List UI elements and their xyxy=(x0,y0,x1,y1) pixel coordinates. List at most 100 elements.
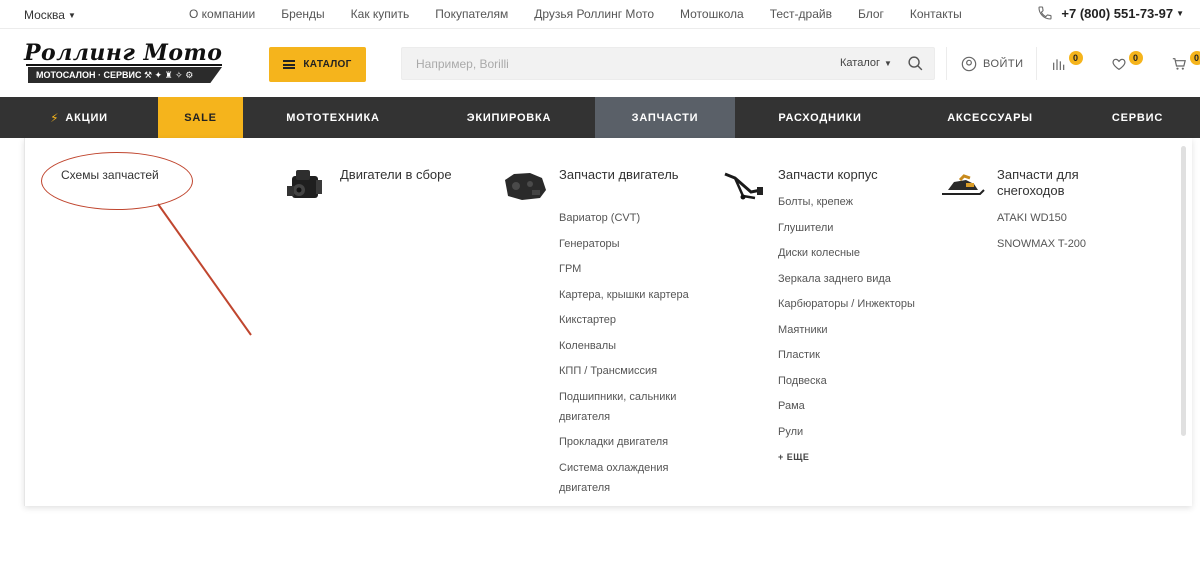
list-item[interactable]: Подвеска xyxy=(778,371,928,391)
list-item[interactable]: Подшипники, сальники двигателя xyxy=(559,387,709,427)
top-link-friends[interactable]: Друзья Роллинг Мото xyxy=(534,7,654,21)
phone-icon xyxy=(1038,6,1052,20)
list-item[interactable]: Зеркала заднего вида xyxy=(778,269,928,289)
list-item[interactable]: Глушители xyxy=(778,218,928,238)
search-input[interactable]: Например, Borilli xyxy=(416,57,509,71)
top-link-school[interactable]: Мотошкола xyxy=(680,7,744,21)
top-link-how-to-buy[interactable]: Как купить xyxy=(351,7,410,21)
nav-item-parts[interactable]: ЗАПЧАСТИ xyxy=(595,97,735,138)
user-icon xyxy=(961,56,977,71)
nav-label: ЭКИПИРОВКА xyxy=(466,111,552,124)
engine-parts-list: Вариатор (CVT) Генераторы ГРМ Картера, к… xyxy=(559,208,709,503)
engine-assembly-image[interactable] xyxy=(283,166,329,206)
top-bar: Москва ▼ О компании Бренды Как купить Пок… xyxy=(0,0,1200,29)
login-button[interactable]: ВОЙТИ xyxy=(947,56,1036,72)
annotation-arrow xyxy=(157,203,252,336)
list-item[interactable]: Система охлаждения двигателя xyxy=(559,458,709,498)
list-item[interactable]: Карбюраторы / Инжекторы xyxy=(778,294,928,314)
list-item[interactable]: КПП / Трансмиссия xyxy=(559,361,709,381)
chevron-down-icon: ▼ xyxy=(884,59,892,68)
snowmobile-parts-list: ATAKI WD150 SNOWMAX T-200 xyxy=(997,208,1147,259)
catalog-button-label: КАТАЛОГ xyxy=(303,59,352,70)
search-bar: Например, Borilli Каталог ▼ xyxy=(401,47,935,80)
nav-item-accessories[interactable]: АКСЕССУАРЫ xyxy=(905,97,1075,138)
engine-parts-image[interactable] xyxy=(502,166,548,206)
menu-column-title[interactable]: Запчасти для снегоходов xyxy=(997,167,1127,199)
top-link-brands[interactable]: Бренды xyxy=(281,7,324,21)
top-link-customers[interactable]: Покупателям xyxy=(435,7,508,21)
menu-column-title[interactable]: Запчасти корпус xyxy=(778,167,908,183)
nav-label: СЕРВИС xyxy=(1111,111,1164,124)
login-label: ВОЙТИ xyxy=(983,57,1024,70)
nav-label: РАСХОДНИКИ xyxy=(778,111,862,124)
logo-tagline-bar: МОТОСАЛОН · СЕРВИС ⚒ ✦ ♜ ✧ ⚙ xyxy=(28,67,222,83)
compare-count-badge: 0 xyxy=(1068,50,1083,65)
logo[interactable]: Роллинг Мото МОТОСАЛОН · СЕРВИС ⚒ ✦ ♜ ✧ … xyxy=(24,42,224,86)
nav-item-motorcycles[interactable]: МОТОТЕХНИКА xyxy=(243,97,423,138)
nav-item-promotions[interactable]: ⚡ АКЦИИ xyxy=(0,97,158,138)
cart-button[interactable]: 0 xyxy=(1171,50,1200,72)
list-item[interactable]: Картера, крышки картера xyxy=(559,285,709,305)
cart-count-badge: 0 xyxy=(1189,50,1200,65)
chevron-down-icon: ▼ xyxy=(1176,8,1184,18)
city-selector[interactable]: Москва ▼ xyxy=(24,8,76,22)
show-more-link[interactable]: + ЕЩЕ xyxy=(778,447,928,467)
logo-name: Роллинг Мото xyxy=(24,40,223,66)
nav-label: АКСЕССУАРЫ xyxy=(947,111,1033,124)
top-link-blog[interactable]: Блог xyxy=(858,7,884,21)
logo-service-icons: ⚒ ✦ ♜ ✧ ⚙ xyxy=(143,70,194,80)
logo-underline xyxy=(26,64,222,66)
list-item[interactable]: Маятники xyxy=(778,320,928,340)
divider xyxy=(1035,47,1037,80)
nav-label: SALE xyxy=(184,111,217,124)
logo-tagline: МОТОСАЛОН · СЕРВИС xyxy=(36,70,142,80)
list-item[interactable]: ГРМ xyxy=(559,259,709,279)
nav-item-consumables[interactable]: РАСХОДНИКИ xyxy=(735,97,905,138)
menu-icon xyxy=(283,60,296,69)
list-item[interactable]: Коленвалы xyxy=(559,336,709,356)
nav-label: АКЦИИ xyxy=(65,111,108,124)
nav-label: МОТОТЕХНИКА xyxy=(286,111,380,124)
list-item[interactable]: Рама xyxy=(778,396,928,416)
top-link-contacts[interactable]: Контакты xyxy=(910,7,962,21)
snowmobile-image[interactable] xyxy=(940,166,986,206)
list-item[interactable]: Прокладки двигателя xyxy=(559,432,709,452)
nav-item-sale[interactable]: SALE xyxy=(158,97,243,138)
list-item[interactable]: Вариатор (CVT) xyxy=(559,208,709,228)
list-item[interactable]: Генераторы xyxy=(559,234,709,254)
menu-column-title[interactable]: Двигатели в сборе xyxy=(340,167,470,183)
favorites-button[interactable]: 0 xyxy=(1111,50,1143,72)
phone-number: +7 (800) 551-73-97 xyxy=(1061,5,1174,21)
city-label: Москва xyxy=(24,8,65,22)
menu-column-title[interactable]: Запчасти двигатель xyxy=(559,167,689,183)
parts-mega-menu: Схемы запчастей Двигатели в сборе Запчас… xyxy=(24,138,1192,506)
top-links: О компании Бренды Как купить Покупателям… xyxy=(176,7,975,21)
nav-item-service[interactable]: СЕРВИС xyxy=(1075,97,1200,138)
top-link-test-drive[interactable]: Тест-драйв xyxy=(770,7,832,21)
phone-dropdown[interactable]: +7 (800) 551-73-97 ▼ xyxy=(1037,5,1184,21)
body-parts-list: Болты, крепеж Глушители Диски колесные З… xyxy=(778,192,928,473)
search-scope-select[interactable]: Каталог ▼ xyxy=(840,57,892,69)
list-item[interactable]: Диски колесные xyxy=(778,243,928,263)
search-icon[interactable] xyxy=(907,55,924,72)
list-item[interactable]: ATAKI WD150 xyxy=(997,208,1147,228)
frame-parts-image[interactable] xyxy=(721,166,767,206)
list-item[interactable]: Рули xyxy=(778,422,928,442)
cart-icon xyxy=(1172,57,1186,70)
main-nav: ⚡ АКЦИИ SALE МОТОТЕХНИКА ЭКИПИРОВКА ЗАПЧ… xyxy=(0,97,1200,138)
favorites-count-badge: 0 xyxy=(1128,50,1143,65)
nav-item-gear[interactable]: ЭКИПИРОВКА xyxy=(423,97,595,138)
list-item[interactable]: Кикстартер xyxy=(559,310,709,330)
nav-label: ЗАПЧАСТИ xyxy=(631,111,699,124)
search-scope-label: Каталог xyxy=(840,57,880,69)
list-item[interactable]: SNOWMAX T-200 xyxy=(997,234,1147,254)
scrollbar[interactable] xyxy=(1181,146,1186,436)
list-item[interactable]: Пластик xyxy=(778,345,928,365)
lightning-icon: ⚡ xyxy=(50,110,60,125)
heart-icon xyxy=(1112,58,1126,70)
top-link-about[interactable]: О компании xyxy=(189,7,255,21)
list-item[interactable]: Болты, крепеж xyxy=(778,192,928,212)
catalog-button[interactable]: КАТАЛОГ xyxy=(269,47,366,82)
header-actions: ВОЙТИ 0 0 0 xyxy=(946,47,1200,80)
compare-button[interactable]: 0 xyxy=(1051,50,1083,72)
